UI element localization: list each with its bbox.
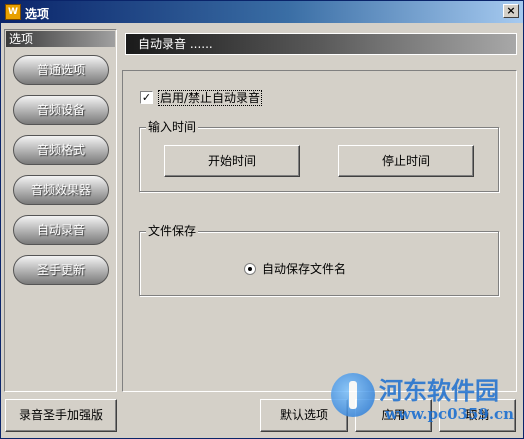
options-window: W 选项 × 选项 普通选项 音频设备 音频格式 音频效果器 自动录音 圣手更新…	[0, 0, 524, 439]
section-title-bar: 自动录音 ......	[125, 33, 517, 55]
stop-time-button[interactable]: 停止时间	[338, 145, 474, 177]
input-time-group-label: 输入时间	[146, 120, 199, 134]
watermark-url: www.pc0359.cn	[385, 405, 515, 423]
sidebar-item-update[interactable]: 圣手更新	[13, 255, 109, 285]
file-save-group: 文件保存 自动保存文件名	[139, 224, 499, 296]
sidebar-item-audio-format[interactable]: 音频格式	[13, 135, 109, 165]
sidebar: 选项 普通选项 音频设备 音频格式 音频效果器 自动录音 圣手更新	[4, 29, 117, 392]
enable-auto-record-label: 启用/禁止自动录音	[158, 90, 263, 106]
close-button[interactable]: ×	[503, 4, 519, 18]
start-time-button[interactable]: 开始时间	[164, 145, 300, 177]
title-bar[interactable]: W 选项 ×	[1, 1, 523, 23]
watermark-logo-icon	[331, 373, 375, 417]
enable-auto-record-checkbox[interactable]: ✓	[140, 91, 153, 104]
sidebar-item-audio-effects[interactable]: 音频效果器	[13, 175, 109, 205]
window-title: 选项	[25, 7, 50, 21]
auto-record-panel: ✓ 启用/禁止自动录音 输入时间 开始时间 停止时间 文件保存 自动保存文件名	[122, 70, 517, 392]
file-save-group-label: 文件保存	[146, 224, 199, 238]
input-time-group: 输入时间 开始时间 停止时间	[139, 120, 499, 192]
sidebar-header: 选项	[6, 31, 115, 47]
sidebar-item-auto-record[interactable]: 自动录音	[13, 215, 109, 245]
sidebar-item-audio-device[interactable]: 音频设备	[13, 95, 109, 125]
auto-save-filename-radio[interactable]	[244, 263, 256, 275]
brand-button[interactable]: 录音圣手加强版	[5, 399, 117, 432]
app-logo-icon: W	[5, 4, 21, 20]
sidebar-item-general[interactable]: 普通选项	[13, 55, 109, 85]
watermark-name: 河东软件园	[379, 376, 499, 405]
auto-save-filename-label: 自动保存文件名	[262, 262, 347, 276]
